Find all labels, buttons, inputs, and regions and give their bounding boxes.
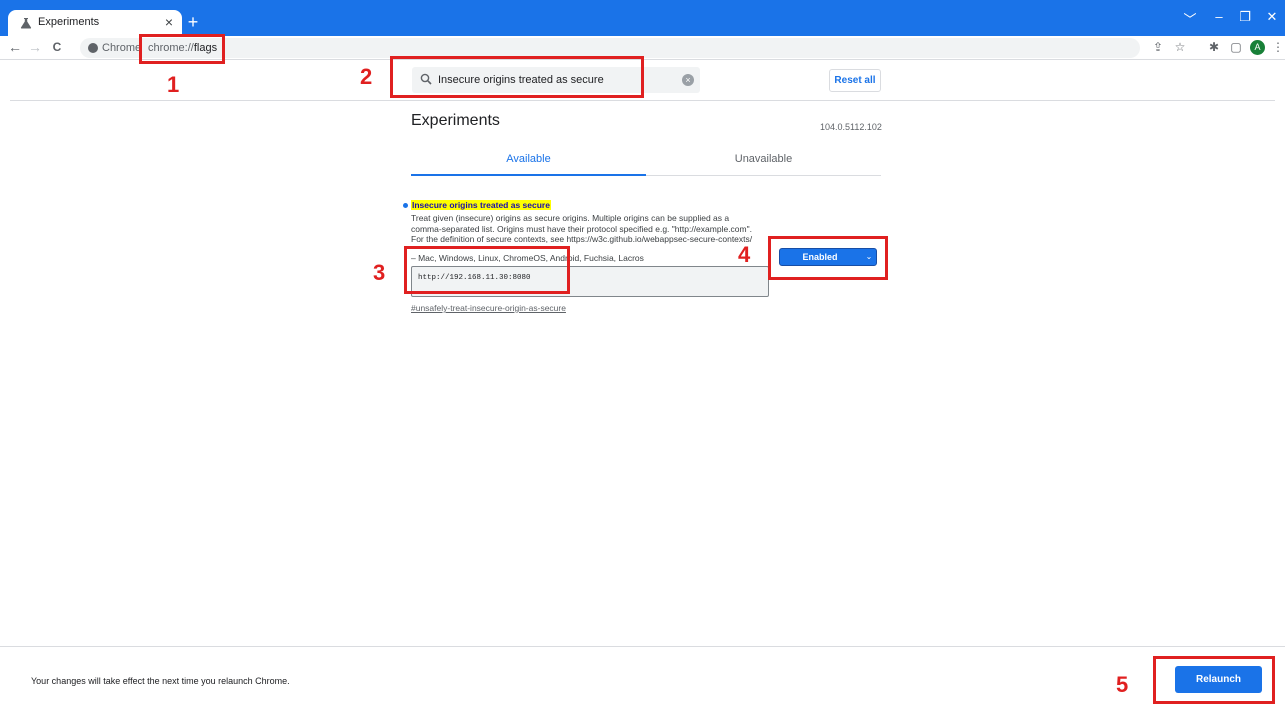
url-path: flags xyxy=(193,42,218,54)
flag-desc-line: For the definition of secure contexts, s… xyxy=(411,234,753,245)
forward-icon[interactable]: → xyxy=(26,38,44,56)
share-icon[interactable]: ⇪ xyxy=(1150,39,1166,55)
close-icon[interactable]: × xyxy=(160,13,178,31)
tab-available[interactable]: Available xyxy=(411,145,646,176)
chrome-icon xyxy=(88,43,98,53)
version-label: 104.0.5112.102 xyxy=(820,122,882,132)
flag-desc-line: Treat given (insecure) origins as secure… xyxy=(411,213,730,223)
annotation-number-5: 5 xyxy=(1116,672,1129,697)
tab-search-icon[interactable]: ﹀ xyxy=(1180,9,1200,28)
puzzle-icon[interactable]: ✱ xyxy=(1206,39,1222,55)
flag-desc-line: comma-separated list. Origins must have … xyxy=(411,223,752,234)
tab-experiments[interactable]: Experiments × xyxy=(8,10,182,36)
annotation-number-2: 2 xyxy=(360,64,373,89)
search-bar[interactable]: × xyxy=(412,67,700,93)
chevron-down-icon: ⌄ xyxy=(865,252,873,261)
flag-anchor-link[interactable]: #unsafely-treat-insecure-origin-as-secur… xyxy=(411,303,566,313)
back-icon[interactable]: ← xyxy=(6,38,24,56)
tab-unavailable[interactable]: Unavailable xyxy=(646,145,881,176)
annotation-number-1: 1 xyxy=(167,72,180,97)
menu-icon[interactable]: ⋮ xyxy=(1270,39,1285,55)
relaunch-message: Your changes will take effect the next t… xyxy=(31,676,290,686)
url-scheme: chrome:// xyxy=(148,42,194,54)
sidepanel-icon[interactable]: ▢ xyxy=(1228,39,1244,55)
tab-strip: Available Unavailable xyxy=(411,145,881,176)
url-text: chrome://flags xyxy=(148,42,217,54)
search-icon xyxy=(420,73,432,85)
close-window-icon[interactable]: ✕ xyxy=(1262,9,1282,25)
flask-icon xyxy=(20,18,32,29)
chip-label: Chrome xyxy=(102,42,142,54)
minimize-icon[interactable]: – xyxy=(1209,9,1229,24)
relaunch-button[interactable]: Relaunch xyxy=(1175,666,1262,693)
annotation-number-4: 4 xyxy=(738,242,751,267)
select-value: Enabled xyxy=(802,252,838,262)
browser-toolbar: ← → C Chrome chrome://flags ⇪ ☆ ✱ ▢ ⋮ xyxy=(0,36,1285,60)
tab-title: Experiments xyxy=(38,16,100,28)
flag-title: Insecure origins treated as secure xyxy=(411,200,551,210)
flag-description: Treat given (insecure) origins as secure… xyxy=(411,213,771,245)
page-title: Experiments xyxy=(411,112,500,129)
search-input[interactable] xyxy=(438,71,678,89)
restore-icon[interactable]: ❐ xyxy=(1235,9,1255,25)
avatar[interactable]: A xyxy=(1250,40,1265,55)
flag-platforms: – Mac, Windows, Linux, ChromeOS, Android… xyxy=(411,253,644,263)
flag-state-select[interactable]: Enabled ⌄ xyxy=(779,248,877,266)
modified-indicator xyxy=(403,203,408,208)
annotation-number-3: 3 xyxy=(373,260,386,285)
reload-icon[interactable]: C xyxy=(48,38,66,56)
site-info-chip[interactable]: Chrome xyxy=(84,40,147,56)
clear-search-icon[interactable]: × xyxy=(682,74,694,86)
reset-all-button[interactable]: Reset all xyxy=(829,69,881,92)
address-bar[interactable]: Chrome chrome://flags xyxy=(80,38,1140,58)
browser-title-bar: Experiments × + ﹀ – ❐ ✕ xyxy=(0,0,1285,36)
new-tab-icon[interactable]: + xyxy=(183,12,203,32)
origin-list-textarea[interactable]: http://192.168.11.30:8080 xyxy=(411,266,769,297)
star-icon[interactable]: ☆ xyxy=(1172,39,1188,55)
